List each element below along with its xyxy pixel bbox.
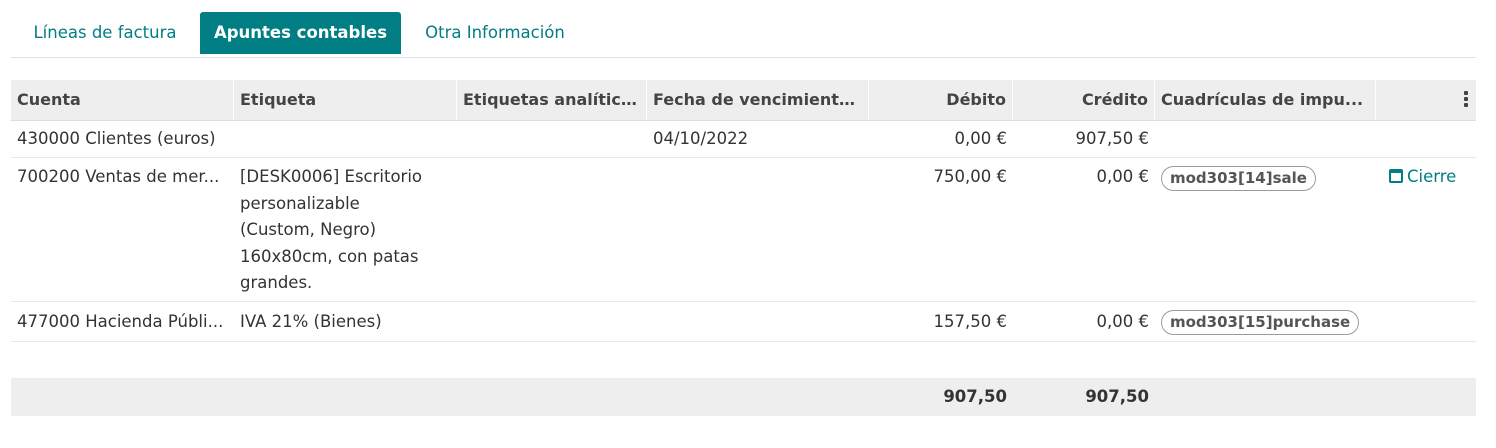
tab-journal-items[interactable]: Apuntes contables — [200, 12, 401, 54]
column-header-due-date[interactable]: Fecha de vencimiento... — [647, 80, 869, 120]
cell-credit: 907,50 € — [1075, 129, 1149, 148]
table-row[interactable]: 430000 Clientes (euros) 04/10/2022 0,00 … — [11, 121, 1476, 158]
column-options-kebab-icon[interactable] — [1464, 91, 1468, 107]
cell-account: 477000 Hacienda Públi... — [17, 312, 224, 331]
table-row[interactable]: 477000 Hacienda Públi... IVA 21% (Bienes… — [11, 302, 1476, 342]
cell-debit: 157,50 € — [933, 312, 1007, 331]
table-footer-totals: 907,50 907,50 — [11, 378, 1476, 416]
tax-grid-tag[interactable]: mod303[14]sale — [1161, 166, 1316, 191]
column-header-label[interactable]: Etiqueta — [234, 80, 457, 120]
calendar-icon — [1389, 169, 1403, 183]
column-header-credit[interactable]: Crédito — [1013, 80, 1155, 120]
column-header-analytic-tags[interactable]: Etiquetas analíticas — [457, 80, 647, 120]
cell-account: 700200 Ventas de mer... — [17, 167, 220, 186]
cierre-label: Cierre — [1407, 167, 1457, 186]
table-row[interactable]: 700200 Ventas de mer... [DESK0006] Escri… — [11, 158, 1476, 302]
cell-credit: 0,00 € — [1096, 312, 1149, 331]
column-header-tax-grids[interactable]: Cuadrículas de impu... — [1155, 80, 1376, 120]
cell-label: IVA 21% (Bienes) — [240, 312, 382, 331]
total-debit: 907,50 — [943, 387, 1007, 406]
cell-debit: 750,00 € — [933, 167, 1007, 186]
table-header: Cuenta Etiqueta Etiquetas analíticas Fec… — [11, 80, 1476, 121]
cell-account: 430000 Clientes (euros) — [17, 129, 216, 148]
tax-grid-tag[interactable]: mod303[15]purchase — [1161, 310, 1360, 335]
column-header-account[interactable]: Cuenta — [11, 80, 234, 120]
cell-debit: 0,00 € — [954, 129, 1007, 148]
column-header-debit[interactable]: Débito — [869, 80, 1013, 120]
total-credit: 907,50 — [1085, 387, 1149, 406]
cell-tax-grids: mod303[14]sale — [1155, 166, 1376, 191]
tab-other-info[interactable]: Otra Información — [402, 12, 588, 54]
notebook-tabs: Líneas de factura Apuntes contables Otra… — [11, 12, 1476, 58]
cell-credit: 0,00 € — [1096, 167, 1149, 186]
tab-invoice-lines[interactable]: Líneas de factura — [11, 12, 199, 54]
cell-tax-grids: mod303[15]purchase — [1155, 310, 1376, 335]
cell-label: [DESK0006] Escritorio personalizable (Cu… — [240, 167, 423, 292]
cierre-button[interactable]: Cierre — [1383, 167, 1476, 186]
cell-due-date: 04/10/2022 — [653, 129, 749, 148]
